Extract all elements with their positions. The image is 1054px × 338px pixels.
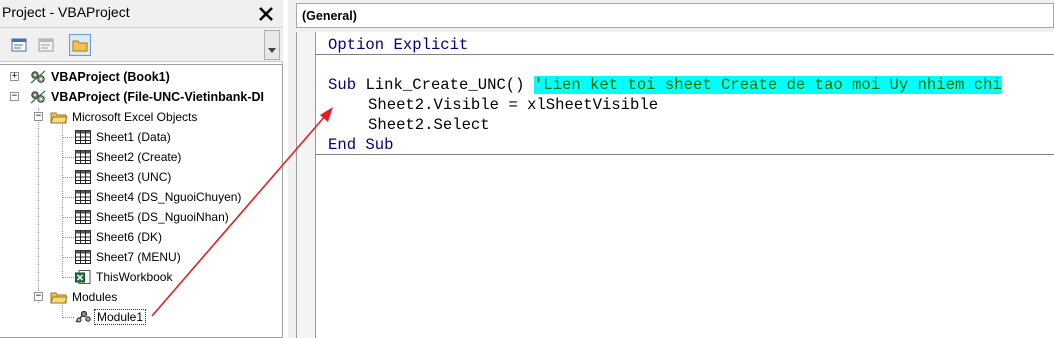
toolbar-scroll-handle[interactable]: [264, 30, 280, 60]
project-explorer-title: Project - VBAProject: [2, 4, 130, 20]
tree-item-label: Module1: [94, 309, 147, 325]
tree-item-label: Sheet6 (DK): [96, 230, 163, 244]
object-dropdown[interactable]: (General): [296, 3, 1054, 28]
tree-item-vbaproject-file[interactable]: VBAProject (File-UNC-Vietinbank-DI: [29, 87, 264, 107]
tree-item-sheet1[interactable]: Sheet1 (Data): [74, 127, 171, 147]
code-statement: Sheet2.Visible = xlSheetVisible: [368, 96, 659, 114]
vba-project-icon: [29, 69, 47, 85]
worksheet-icon: [74, 129, 92, 145]
toggle-folders-icon[interactable]: [69, 34, 91, 56]
collapse-toggle[interactable]: −: [10, 92, 19, 101]
tree-item-label: VBAProject (File-UNC-Vietinbank-DI: [51, 90, 264, 104]
code-editor[interactable]: Option Explicit Sub Link_Create_UNC() 'L…: [296, 32, 1054, 338]
tree-item-label: Sheet4 (DS_NguoiChuyen): [96, 190, 242, 204]
tree-connector: [62, 197, 74, 198]
worksheet-icon: [74, 189, 92, 205]
tree-item-label: Sheet5 (DS_NguoiNhan): [96, 210, 229, 224]
tree-item-excel-objects[interactable]: Microsoft Excel Objects: [50, 107, 197, 127]
code-line-option: Option Explicit: [328, 35, 468, 55]
code-comment: 'Lien ket toi sheet Create de tao moi Uy…: [533, 76, 1002, 94]
code-sub-name: Link_Create_UNC(): [365, 76, 525, 94]
tree-item-sheet5[interactable]: Sheet5 (DS_NguoiNhan): [74, 207, 229, 227]
tree-item-label: Sheet1 (Data): [96, 130, 171, 144]
tree-connector: [62, 237, 74, 238]
tree-item-label: Sheet7 (MENU): [96, 250, 181, 264]
project-explorer-titlebar: Project - VBAProject: [0, 0, 283, 28]
project-tree: + − − − VBAProject (Book1) VBAProject (F…: [0, 64, 283, 338]
tree-item-label: VBAProject (Book1): [51, 70, 170, 84]
tree-item-label: Sheet3 (UNC): [96, 170, 172, 184]
project-explorer-toolbar: [0, 28, 283, 62]
tree-item-thisworkbook[interactable]: ThisWorkbook: [74, 267, 172, 287]
tree-connector: [62, 123, 63, 278]
procedure-separator: [316, 54, 1054, 55]
tree-connector: [62, 277, 74, 278]
code-line-sub: Sub Link_Create_UNC() 'Lien ket toi shee…: [328, 75, 1002, 95]
tree-item-label: Sheet2 (Create): [96, 150, 182, 164]
code-keyword: Option: [328, 36, 385, 54]
tree-connector: [62, 217, 74, 218]
worksheet-icon: [74, 229, 92, 245]
margin-indicator-bar[interactable]: [297, 32, 316, 338]
tree-connector: [62, 257, 74, 258]
folder-open-icon: [50, 289, 68, 305]
collapse-toggle[interactable]: −: [34, 112, 43, 121]
tree-item-sheet4[interactable]: Sheet4 (DS_NguoiChuyen): [74, 187, 241, 207]
tree-connector: [62, 157, 74, 158]
code-window: (General) Option Explicit Sub Link_Creat…: [288, 0, 1054, 338]
code-statement: Sheet2.Select: [368, 116, 490, 134]
tree-item-sheet3[interactable]: Sheet3 (UNC): [74, 167, 171, 187]
folder-open-icon: [50, 109, 68, 125]
view-object-icon[interactable]: [35, 34, 57, 56]
code-line-select: Sheet2.Select: [368, 115, 490, 135]
view-code-icon[interactable]: [8, 34, 30, 56]
procedure-separator: [316, 154, 1054, 155]
collapse-toggle[interactable]: −: [34, 292, 43, 301]
worksheet-icon: [74, 209, 92, 225]
tree-item-sheet6[interactable]: Sheet6 (DK): [74, 227, 162, 247]
code-line-end-sub: End Sub: [328, 135, 394, 155]
tree-item-label: Microsoft Excel Objects: [72, 110, 198, 124]
tree-connector: [62, 137, 74, 138]
tree-item-sheet2[interactable]: Sheet2 (Create): [74, 147, 181, 167]
tree-item-label: Modules: [72, 290, 118, 304]
expand-toggle[interactable]: +: [10, 72, 19, 81]
code-line-visible: Sheet2.Visible = xlSheetVisible: [368, 95, 658, 115]
workbook-icon: [74, 269, 92, 285]
module-icon: [74, 309, 92, 325]
tree-connector: [62, 317, 74, 318]
worksheet-icon: [74, 249, 92, 265]
tree-item-module1[interactable]: Module1: [74, 307, 147, 327]
tree-item-sheet7[interactable]: Sheet7 (MENU): [74, 247, 181, 267]
code-keyword: End Sub: [328, 136, 394, 154]
code-keyword: Explicit: [393, 36, 469, 54]
worksheet-icon: [74, 149, 92, 165]
worksheet-icon: [74, 169, 92, 185]
vba-project-icon: [29, 89, 47, 105]
code-keyword: Sub: [328, 76, 357, 94]
tree-item-label: ThisWorkbook: [96, 270, 173, 284]
tree-item-modules-folder[interactable]: Modules: [50, 287, 117, 307]
object-dropdown-value: (General): [302, 8, 357, 23]
project-explorer-pane: Project - VBAProject + − − − VBAProject …: [0, 0, 283, 338]
close-icon[interactable]: [254, 2, 278, 25]
tree-connector: [62, 177, 74, 178]
tree-connector: [38, 108, 39, 303]
tree-item-vbaproject-book1[interactable]: VBAProject (Book1): [29, 67, 170, 87]
